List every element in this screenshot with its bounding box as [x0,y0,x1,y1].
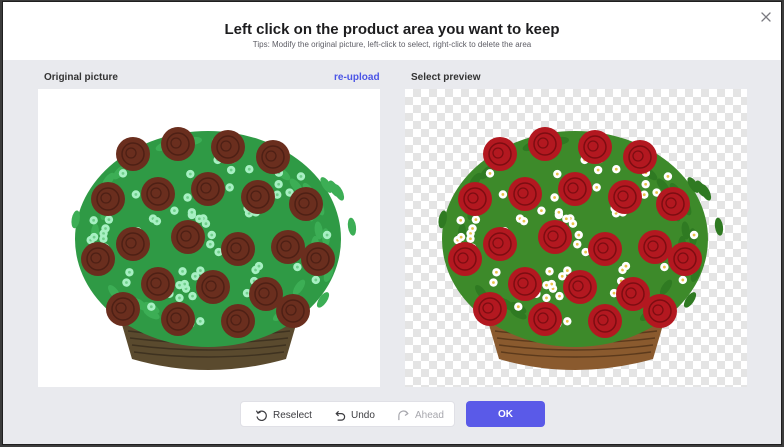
ok-button[interactable]: OK [466,401,545,427]
original-picture-canvas[interactable] [38,89,380,387]
reselect-icon [255,409,267,421]
select-preview-label: Select preview [411,72,481,83]
ahead-label: Ahead [415,409,444,421]
select-preview-canvas [405,89,747,387]
preview-bouquet-image [438,127,724,370]
close-icon[interactable] [759,10,773,24]
reselect-label: Reselect [273,409,312,421]
dialog-title: Left click on the product area you want … [224,21,560,38]
original-picture-label: Original picture [44,72,118,83]
dialog-tips: Tips: Modify the original picture, left-… [252,40,532,49]
edit-toolbar: Reselect Undo Ahead [240,401,455,427]
undo-icon [335,410,346,421]
dialog-header: Left click on the product area you want … [3,2,781,60]
dialog: Left click on the product area you want … [2,1,782,445]
undo-label: Undo [351,409,375,421]
reselect-button[interactable]: Reselect [255,407,312,423]
re-upload-link[interactable]: re-upload [334,72,380,83]
undo-button[interactable]: Undo [333,407,375,423]
redo-icon [398,409,409,420]
ahead-button[interactable]: Ahead [397,407,444,423]
original-bouquet-image[interactable] [38,89,380,387]
